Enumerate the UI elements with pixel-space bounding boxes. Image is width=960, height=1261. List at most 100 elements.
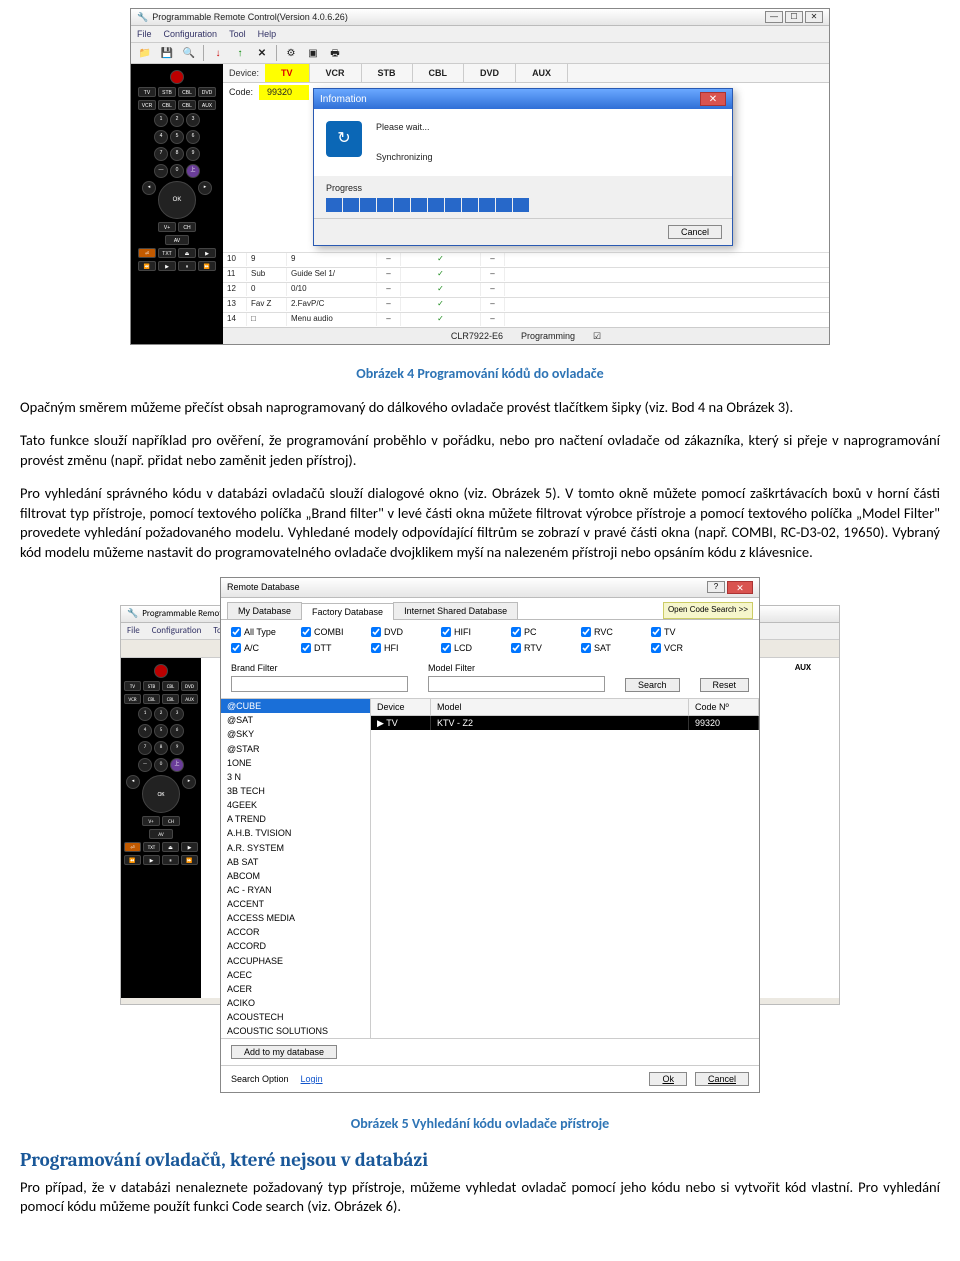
- brand-filter-input[interactable]: [231, 676, 408, 692]
- brand-item[interactable]: A TREND: [221, 812, 370, 826]
- open-icon[interactable]: 📁: [137, 45, 153, 61]
- chk-ac[interactable]: A/C: [231, 642, 289, 654]
- chk-lcd[interactable]: LCD: [441, 642, 499, 654]
- paragraph-1: Opačným směrem můžeme přečíst obsah napr…: [20, 398, 940, 418]
- menu-configuration[interactable]: Configuration: [164, 28, 218, 40]
- gear2-icon[interactable]: ▣: [305, 45, 321, 61]
- chk-hfi[interactable]: HFI: [371, 642, 429, 654]
- brand-item[interactable]: @SAT: [221, 713, 370, 727]
- rd-help-button[interactable]: ?: [707, 581, 725, 593]
- progress-label: Progress: [326, 182, 720, 194]
- menubar: File Configuration Tool Help: [131, 26, 829, 43]
- dialog-close-button[interactable]: ✕: [700, 92, 726, 106]
- gear1-icon[interactable]: ⚙: [283, 45, 299, 61]
- menu-tool[interactable]: Tool: [229, 28, 246, 40]
- chk-rvc[interactable]: RVC: [581, 626, 639, 638]
- cancel-icon[interactable]: ✕: [254, 45, 270, 61]
- brand-item[interactable]: 4GEEK: [221, 798, 370, 812]
- figure-2-screenshot: Remote Database ? ✕ My Database Factory …: [220, 577, 760, 1094]
- statusbar: CLR7922-E6 Programming ☑: [223, 327, 829, 344]
- device-stb[interactable]: STB: [362, 64, 413, 82]
- paragraph-4: Pro případ, že v databázi nenaleznete po…: [20, 1178, 940, 1217]
- brand-item[interactable]: ACCESS MEDIA: [221, 911, 370, 925]
- download-icon[interactable]: ↓: [210, 45, 226, 61]
- brand-item[interactable]: @CUBE: [221, 699, 370, 713]
- close-button[interactable]: ✕: [805, 11, 823, 23]
- upload-icon[interactable]: ↑: [232, 45, 248, 61]
- search-option-label[interactable]: Search Option: [231, 1073, 289, 1085]
- search-icon[interactable]: 🔍: [181, 45, 197, 61]
- tab-internet-shared[interactable]: Internet Shared Database: [393, 602, 518, 619]
- device-dvd[interactable]: DVD: [464, 64, 516, 82]
- open-code-search-link[interactable]: Open Code Search >>: [663, 602, 753, 619]
- login-link[interactable]: Login: [301, 1073, 323, 1085]
- ok-button[interactable]: Ok: [649, 1072, 687, 1086]
- model-row[interactable]: ▶ TV KTV - Z2 99320: [371, 716, 759, 730]
- reset-button[interactable]: Reset: [700, 678, 750, 692]
- brand-item[interactable]: AB SAT: [221, 855, 370, 869]
- chk-tv[interactable]: TV: [651, 626, 709, 638]
- chk-vcr[interactable]: VCR: [651, 642, 709, 654]
- brand-item[interactable]: @SKY: [221, 727, 370, 741]
- brand-item[interactable]: ABCOM: [221, 869, 370, 883]
- figure-1-screenshot: 🔧 Programmable Remote Control(Version 4.…: [130, 8, 830, 345]
- chk-dvd[interactable]: DVD: [371, 626, 429, 638]
- device-vcr[interactable]: VCR: [310, 64, 362, 82]
- device-tabs: Device: TV VCR STB CBL DVD AUX: [223, 64, 829, 83]
- min-button[interactable]: —: [765, 11, 783, 23]
- model-filter-input[interactable]: [428, 676, 605, 692]
- dialog-cancel-button[interactable]: Cancel: [668, 225, 722, 239]
- cancel-button[interactable]: Cancel: [695, 1072, 749, 1086]
- remote-preview: TVSTBCBLDVD VCRCBLCBLAUX 123 456 789 —0上…: [131, 64, 223, 343]
- brand-item[interactable]: 3B TECH: [221, 784, 370, 798]
- code-value[interactable]: 99320: [259, 85, 309, 99]
- add-to-my-db-button[interactable]: Add to my database: [231, 1045, 337, 1059]
- brand-item[interactable]: ACCUPHASE: [221, 954, 370, 968]
- brand-item[interactable]: A.R. SYSTEM: [221, 841, 370, 855]
- chk-alltype[interactable]: All Type: [231, 626, 289, 638]
- chk-dtt[interactable]: DTT: [301, 642, 359, 654]
- brand-item[interactable]: ACOUSTECH: [221, 1010, 370, 1024]
- brand-item[interactable]: ACCOR: [221, 925, 370, 939]
- max-button[interactable]: ☐: [785, 11, 803, 23]
- tab-my-database[interactable]: My Database: [227, 602, 302, 619]
- brand-item[interactable]: 1ONE: [221, 756, 370, 770]
- brand-filter-label: Brand Filter: [231, 662, 408, 674]
- brand-item[interactable]: ACEC: [221, 968, 370, 982]
- device-tv[interactable]: TV: [265, 64, 310, 82]
- rd-close-button[interactable]: ✕: [727, 581, 753, 594]
- bg-menu-file[interactable]: File: [127, 625, 140, 637]
- brand-item[interactable]: AC - RYAN: [221, 883, 370, 897]
- status-model: CLR7922-E6: [451, 330, 503, 342]
- ok-button: OK: [158, 181, 196, 219]
- chk-rtv[interactable]: RTV: [511, 642, 569, 654]
- brand-item[interactable]: ACOUSTIC SOLUTIONS: [221, 1024, 370, 1038]
- device-aux[interactable]: AUX: [516, 64, 568, 82]
- device-cbl[interactable]: CBL: [413, 64, 465, 82]
- brand-item[interactable]: ACIKO: [221, 996, 370, 1010]
- chk-pc[interactable]: PC: [511, 626, 569, 638]
- menu-help[interactable]: Help: [258, 28, 277, 40]
- tab-factory-database[interactable]: Factory Database: [301, 603, 394, 620]
- table-row: 11SubGuide Sel 1/–✓–: [223, 267, 829, 282]
- chk-sat[interactable]: SAT: [581, 642, 639, 654]
- menu-file[interactable]: File: [137, 28, 152, 40]
- chk-combi[interactable]: COMBI: [301, 626, 359, 638]
- brand-item[interactable]: 3 N: [221, 770, 370, 784]
- brand-item[interactable]: ACCORD: [221, 939, 370, 953]
- brand-item[interactable]: ACER: [221, 982, 370, 996]
- bg-menu-config[interactable]: Configuration: [152, 625, 202, 637]
- brand-item[interactable]: @STAR: [221, 742, 370, 756]
- power-icon: [170, 70, 184, 84]
- bg-aux-tab[interactable]: AUX: [767, 658, 839, 998]
- brand-item[interactable]: A.H.B. TVISION: [221, 826, 370, 840]
- brand-item[interactable]: ACCENT: [221, 897, 370, 911]
- save-icon[interactable]: 💾: [159, 45, 175, 61]
- progress-bar: [326, 198, 720, 212]
- search-button[interactable]: Search: [625, 678, 680, 692]
- brand-list[interactable]: @CUBE@SAT@SKY@STAR1ONE3 N3B TECH4GEEKA T…: [221, 699, 371, 1038]
- print-icon[interactable]: 🖶: [327, 45, 343, 61]
- figure-2-caption: Obrázek 5 Vyhledání kódu ovladače přístr…: [20, 1115, 940, 1134]
- chk-hifi[interactable]: HIFI: [441, 626, 499, 638]
- table-row: 1099–✓–: [223, 252, 829, 267]
